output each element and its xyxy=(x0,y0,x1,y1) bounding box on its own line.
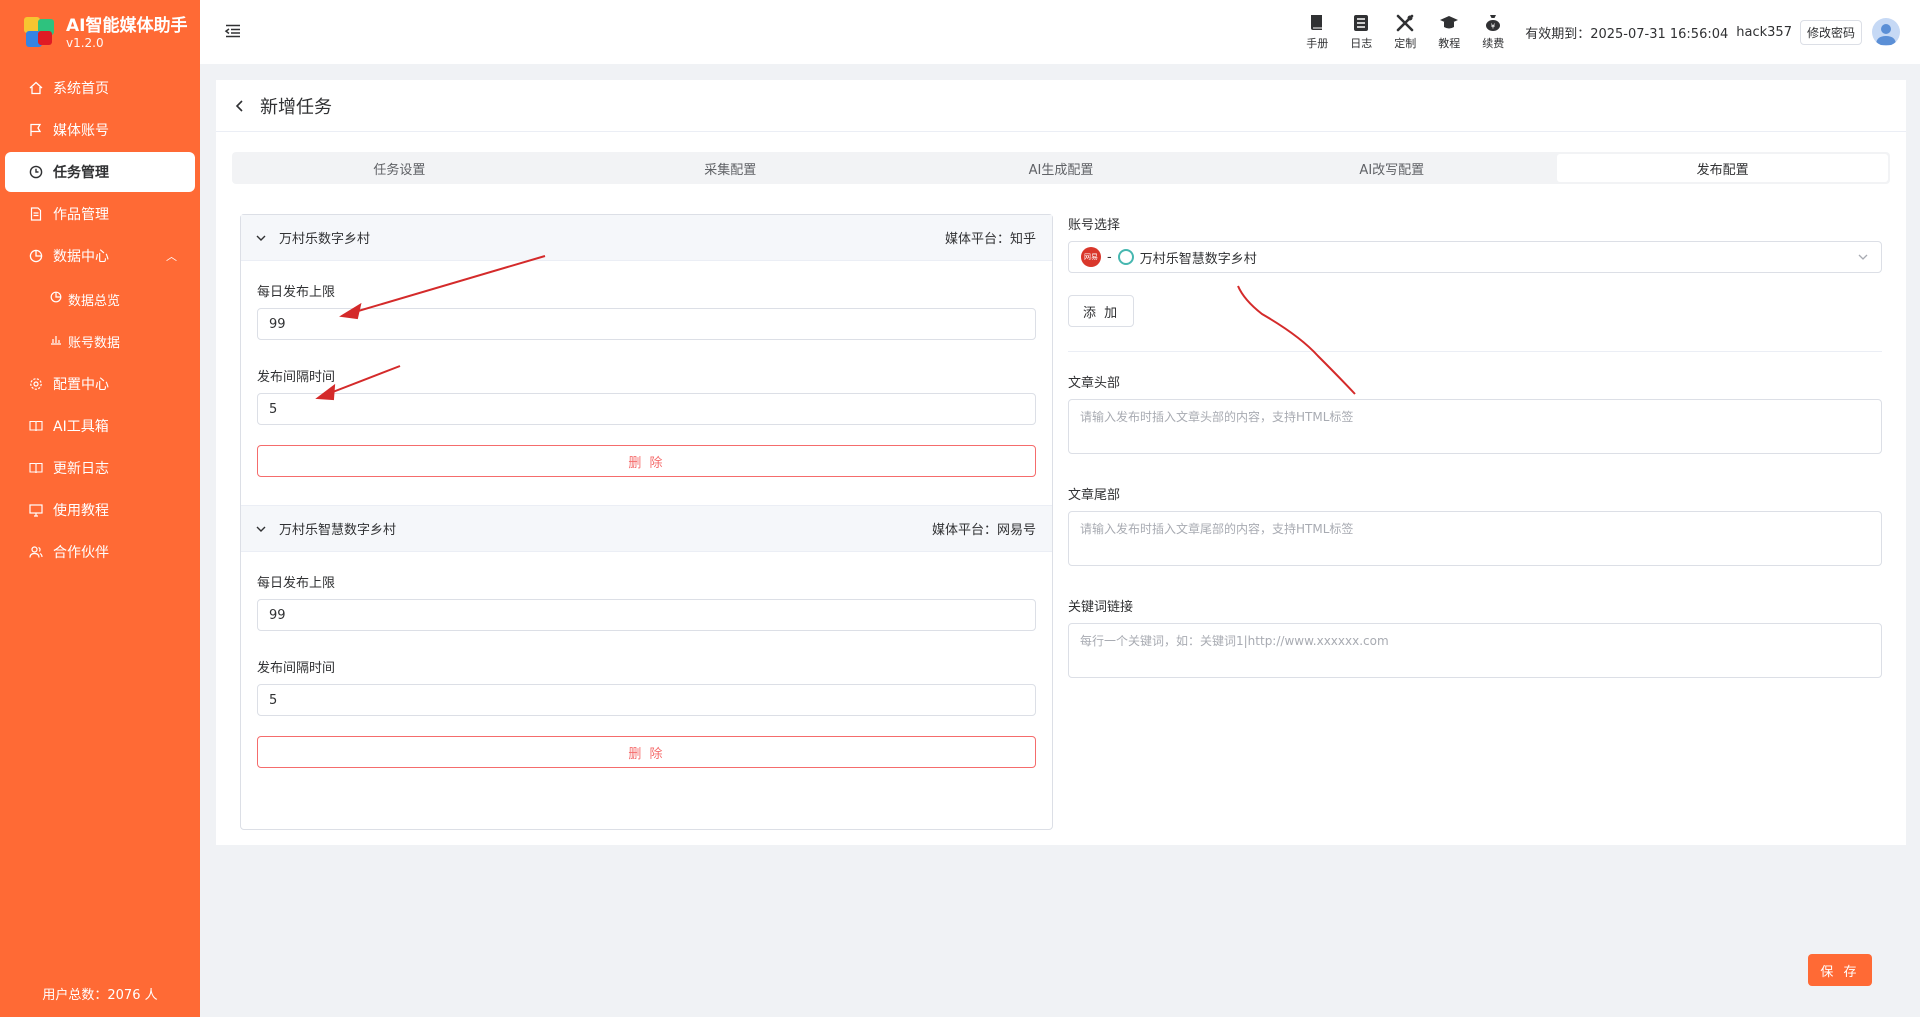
publish-settings: 账号选择 网易 - 万村乐智慧数字乡村 添 加 文章头部 文章尾部 关键词链接 xyxy=(1068,214,1882,708)
page-title: 新增任务 xyxy=(260,96,332,118)
account-list: 万村乐数字乡村 媒体平台：知乎 每日发布上限 发布间隔时间 删 除 万村乐智慧数… xyxy=(240,214,1053,830)
account-avatar-icon xyxy=(1117,249,1134,265)
sidebar-item-config[interactable]: 配置中心 xyxy=(5,364,195,404)
sidebar-item-ai-toolbox[interactable]: AI工具箱 xyxy=(5,406,195,446)
chevron-down-icon xyxy=(256,235,266,241)
tab-collect-config[interactable]: 采集配置 xyxy=(565,154,896,182)
sidebar-subitem-account-data[interactable]: 账号数据 xyxy=(0,320,200,362)
keyword-link-input[interactable] xyxy=(1068,623,1882,678)
renew-button[interactable]: ¥ 续费 xyxy=(1477,13,1509,51)
article-footer-input[interactable] xyxy=(1068,511,1882,566)
sidebar-item-partners[interactable]: 合作伙伴 xyxy=(5,532,195,572)
interval-input[interactable] xyxy=(257,393,1036,425)
home-icon xyxy=(29,81,43,95)
add-account-button[interactable]: 添 加 xyxy=(1068,295,1135,327)
tools-icon xyxy=(1396,14,1414,32)
manual-button[interactable]: 手册 xyxy=(1301,13,1333,51)
account-select[interactable]: 网易 - 万村乐智慧数字乡村 xyxy=(1068,241,1882,273)
sidebar-item-changelog[interactable]: 更新日志 xyxy=(5,448,195,488)
article-header-label: 文章头部 xyxy=(1068,376,1121,391)
account-panel-header[interactable]: 万村乐智慧数字乡村 媒体平台：网易号 xyxy=(241,506,1052,552)
back-arrow-icon[interactable] xyxy=(232,98,248,114)
document-icon xyxy=(29,207,43,221)
daily-limit-input[interactable] xyxy=(257,599,1036,631)
app-name: AI智能媒体助手 xyxy=(66,16,188,36)
account-panel-body: 每日发布上限 发布间隔时间 删 除 xyxy=(241,552,1052,796)
chevron-up-icon: ︿ xyxy=(166,250,177,263)
change-password-button[interactable]: 修改密码 xyxy=(1799,19,1862,45)
interval-label: 发布间隔时间 xyxy=(257,661,336,676)
gear-icon xyxy=(29,377,43,391)
pie-chart-icon xyxy=(50,291,62,307)
sidebar: AI智能媒体助手 v1.2.0 系统首页 媒体账号 任务管理 作品管理 数据中心… xyxy=(0,0,200,1017)
account-platform: 媒体平台：网易号 xyxy=(931,523,1036,538)
users-icon xyxy=(29,545,43,559)
account-name: 万村乐数字乡村 xyxy=(279,232,371,247)
bar-chart-icon xyxy=(50,333,62,349)
keyword-link-label: 关键词链接 xyxy=(1068,600,1134,615)
app-version: v1.2.0 xyxy=(66,36,104,50)
sidebar-menu: 系统首页 媒体账号 任务管理 作品管理 数据中心 ︿ 数据总览 账号数据 配置中… xyxy=(0,68,200,572)
expire-date: 有效期到：2025-07-31 16:56:04 xyxy=(1525,26,1729,42)
customize-button[interactable]: 定制 xyxy=(1389,13,1421,51)
tab-task-settings[interactable]: 任务设置 xyxy=(234,154,565,182)
collapse-menu-icon[interactable] xyxy=(224,22,244,42)
clock-icon xyxy=(29,165,43,179)
tab-ai-generate-config[interactable]: AI生成配置 xyxy=(896,154,1227,182)
daily-limit-label: 每日发布上限 xyxy=(257,285,336,300)
article-header-input[interactable] xyxy=(1068,399,1882,454)
top-header: 手册 日志 定制 教程 ¥ 续费 有效期到：2025-07-31 16:56:0… xyxy=(200,0,1920,64)
user-count: 用户总数：2076 人 xyxy=(42,988,158,1003)
sidebar-item-task-management[interactable]: 任务管理 xyxy=(5,152,195,192)
chart-icon xyxy=(29,249,43,263)
account-select-label: 账号选择 xyxy=(1068,218,1121,233)
tab-ai-rewrite-config[interactable]: AI改写配置 xyxy=(1226,154,1557,182)
page-header: 新增任务 xyxy=(216,80,1906,132)
sidebar-item-media-accounts[interactable]: 媒体账号 xyxy=(5,110,195,150)
interval-input[interactable] xyxy=(257,684,1036,716)
app-logo xyxy=(24,17,56,49)
tab-publish-config[interactable]: 发布配置 xyxy=(1557,154,1888,182)
brand: AI智能媒体助手 v1.2.0 xyxy=(0,0,200,66)
sidebar-item-tutorial[interactable]: 使用教程 xyxy=(5,490,195,530)
tutorial-button[interactable]: 教程 xyxy=(1433,13,1465,51)
svg-text:¥: ¥ xyxy=(1491,23,1496,31)
log-button[interactable]: 日志 xyxy=(1345,13,1377,51)
log-icon xyxy=(1354,15,1369,31)
divider xyxy=(1068,351,1882,352)
selected-account: 万村乐智慧数字乡村 xyxy=(1139,251,1257,267)
account-platform: 媒体平台：知乎 xyxy=(944,232,1036,247)
article-footer-label: 文章尾部 xyxy=(1068,488,1121,503)
account-panel-body: 每日发布上限 发布间隔时间 删 除 xyxy=(241,261,1052,506)
sidebar-item-works[interactable]: 作品管理 xyxy=(5,194,195,234)
account-panel-header[interactable]: 万村乐数字乡村 媒体平台：知乎 xyxy=(241,215,1052,261)
sidebar-subitem-data-overview[interactable]: 数据总览 xyxy=(0,278,200,320)
daily-limit-label: 每日发布上限 xyxy=(257,576,336,591)
save-button[interactable]: 保 存 xyxy=(1808,954,1872,986)
delete-account-button[interactable]: 删 除 xyxy=(257,736,1036,768)
sidebar-item-data-center[interactable]: 数据中心 ︿ xyxy=(5,236,195,276)
book-icon xyxy=(29,419,43,433)
money-bag-icon: ¥ xyxy=(1486,15,1501,31)
config-tabs: 任务设置 采集配置 AI生成配置 AI改写配置 发布配置 xyxy=(232,152,1890,184)
main-panel: 新增任务 任务设置 采集配置 AI生成配置 AI改写配置 发布配置 万村乐数字乡… xyxy=(216,80,1906,845)
graduation-icon xyxy=(1440,16,1459,29)
chevron-down-icon xyxy=(1858,254,1868,260)
avatar[interactable] xyxy=(1872,18,1900,46)
manual-icon xyxy=(1311,15,1323,30)
book-icon xyxy=(29,461,43,475)
monitor-icon xyxy=(29,503,43,517)
account-name: 万村乐智慧数字乡村 xyxy=(279,523,397,538)
daily-limit-input[interactable] xyxy=(257,308,1036,340)
flag-icon xyxy=(29,123,43,137)
sidebar-item-home[interactable]: 系统首页 xyxy=(5,68,195,108)
chevron-down-icon xyxy=(256,526,266,532)
username: hack357 xyxy=(1736,24,1792,40)
netease-logo: 网易 xyxy=(1081,247,1101,267)
interval-label: 发布间隔时间 xyxy=(257,370,336,385)
delete-account-button[interactable]: 删 除 xyxy=(257,445,1036,477)
header-tools: 手册 日志 定制 教程 ¥ 续费 xyxy=(1301,13,1509,51)
